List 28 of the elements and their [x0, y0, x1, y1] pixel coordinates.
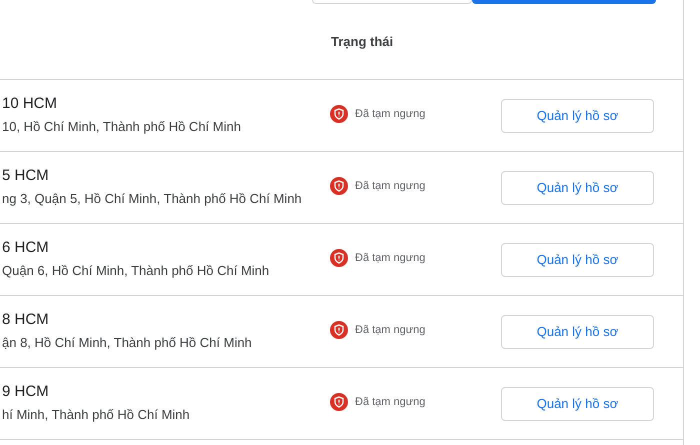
business-name: 10 HCM — [2, 94, 58, 114]
business-address: ng 3, Quận 5, Hồ Chí Minh, Thành phố Hồ Chí Minh — [2, 190, 303, 208]
manage-profile-button[interactable]: Quản lý hồ sơ — [501, 242, 654, 276]
manage-profile-button[interactable]: Quản lý hồ sơ — [501, 386, 654, 420]
status-label: Đã tạm ngưng — [355, 250, 426, 266]
business-address: hí Minh, Thành phố Hồ Chí Minh — [2, 406, 191, 424]
business-address: Quận 6, Hồ Chí Minh, Thành phố Hồ Chí Minh — [2, 262, 270, 280]
primary-button[interactable] — [472, 0, 656, 4]
shield-warning-icon — [330, 105, 348, 123]
shield-warning-icon — [330, 249, 348, 267]
shield-warning-icon — [330, 321, 348, 339]
outlined-button[interactable] — [312, 0, 472, 4]
column-header: Trạng thái — [331, 32, 394, 51]
shield-warning-icon — [330, 393, 348, 411]
manage-profile-button[interactable]: Quản lý hồ sơ — [501, 314, 654, 348]
business-name: 9 HCM — [2, 382, 50, 402]
business-name: 5 HCM — [2, 166, 50, 186]
shield-warning-icon — [330, 177, 348, 195]
status-label: Đã tạm ngưng — [355, 394, 426, 410]
business-name: 8 HCM — [2, 310, 50, 330]
status-label: Đã tạm ngưng — [355, 178, 426, 194]
status-label: Đã tạm ngưng — [355, 106, 426, 122]
manage-profile-button[interactable]: Quản lý hồ sơ — [501, 98, 654, 132]
business-name: 6 HCM — [2, 238, 50, 258]
business-address: 10, Hồ Chí Minh, Thành phố Hồ Chí Minh — [2, 118, 242, 136]
manage-profile-button[interactable]: Quản lý hồ sơ — [501, 170, 654, 204]
status-label: Đã tạm ngưng — [355, 322, 426, 338]
business-address: ận 8, Hồ Chí Minh, Thành phố Hồ Chí Minh — [2, 334, 253, 352]
